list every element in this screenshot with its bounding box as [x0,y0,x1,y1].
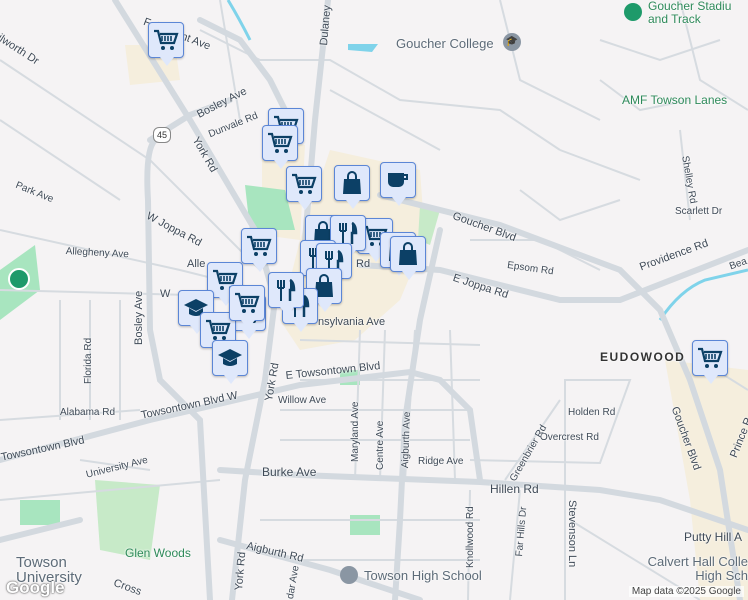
route-45-shield: 45 [153,127,171,143]
street-label: Centre Ave [375,420,386,470]
place-towson-hs[interactable]: Towson High School [364,568,482,583]
map-attribution[interactable]: Map data ©2025 Google [628,586,744,597]
street-label: Florida Rd [83,337,94,384]
street-label: Willow Ave [278,395,327,406]
shopping-icon [339,171,365,195]
street-label: Scarlett Dr [675,206,723,217]
place-goucher-stadium[interactable]: Goucher Stadiu and Track [648,0,748,26]
grocery-icon [234,291,260,315]
street-label: Stevenson Ln [566,500,578,568]
grocery-icon [205,318,231,342]
street-label: Alabama Rd [60,407,116,418]
marker-grocery[interactable] [286,166,322,210]
restaurant-icon [335,221,361,245]
stadium-icon [624,3,642,21]
marker-grocery[interactable] [148,22,184,66]
map-canvas[interactable] [0,0,748,600]
street-label: Bosley Ave [133,290,145,345]
street-label: W [160,288,171,300]
school-icon: 🎓 [503,33,521,51]
school-icon [340,566,358,584]
google-logo: Google [6,578,65,597]
shopping-icon [395,242,421,266]
grocery-icon [246,234,272,258]
street-label: Alle [187,258,206,270]
grocery-icon [267,131,293,155]
street-label: Hillen Rd [490,482,539,496]
marker-grocery[interactable] [229,285,265,329]
marker-shopping[interactable] [334,165,370,209]
street-label: Putty Hill A [684,530,743,544]
place-glen-woods[interactable]: Glen Woods [125,546,191,560]
marker-cafe[interactable] [380,162,416,206]
restaurant-icon [273,278,299,302]
marker-shopping[interactable] [390,236,426,280]
marker-grocery[interactable] [241,228,277,272]
street-label: Burke Ave [262,465,317,479]
street-label: Knollwood Rd [465,506,476,568]
street-label: nsylvania Ave [318,316,386,328]
marker-grocery[interactable] [262,125,298,169]
street-label: Holden Rd [568,407,616,418]
neighborhood-eudowood: EUDOWOOD [600,350,686,364]
street-label: Rd [356,258,371,270]
grocery-icon [153,28,179,52]
map-areas [0,0,748,600]
grocery-icon [291,172,317,196]
cafe-icon [385,168,411,192]
street-label: Maryland Ave [350,401,361,462]
marker-school[interactable] [212,340,248,384]
place-calvert-hall[interactable]: Calvert Hall Colle High Sch [646,555,748,583]
school-icon [217,346,243,370]
park-pin-icon [8,268,30,290]
place-goucher-college[interactable]: Goucher College [396,36,494,51]
street-label: Overcrest Rd [540,432,599,443]
place-amf[interactable]: AMF Towson Lanes [622,93,727,107]
grocery-icon [697,346,723,370]
marker-restaurant[interactable] [268,272,304,316]
marker-grocery[interactable] [692,340,728,384]
street-label: Aigburth Ave [400,411,413,469]
street-label: Ridge Ave [418,456,464,467]
